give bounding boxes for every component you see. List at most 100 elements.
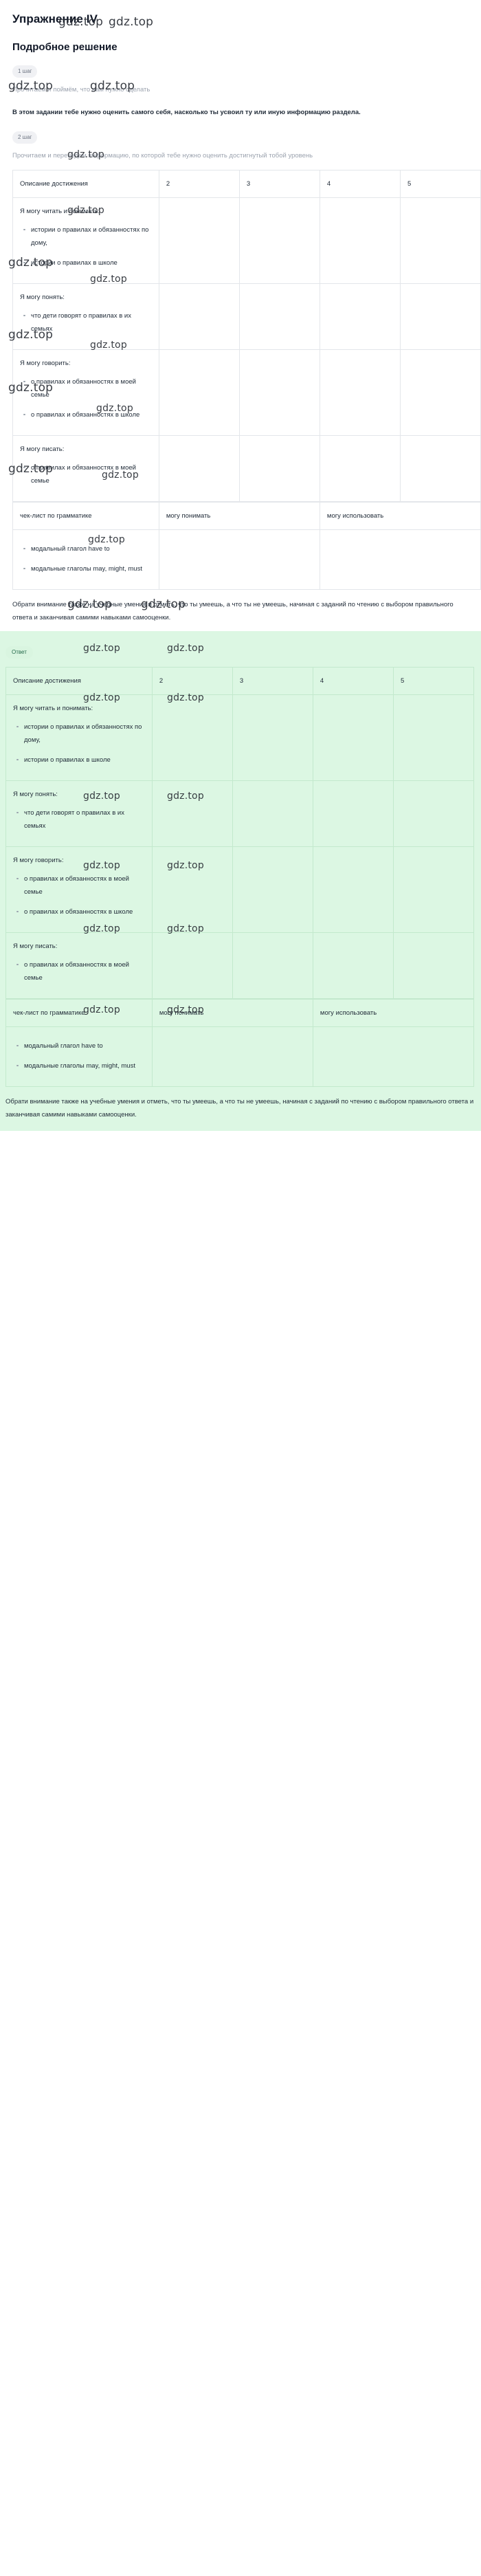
answer-score-cell-5[interactable] [392,780,475,847]
score-cell-2[interactable] [158,434,240,502]
list-item: о правилах и обязанностях в школе [23,408,153,421]
answer-table-row: Я могу писать: о правилах и обязанностях… [5,932,475,999]
grammar-row: модальный глагол have to модальные глаго… [12,529,481,590]
answer-score-cell-3[interactable] [232,780,313,847]
answer-score-cell-3[interactable] [232,846,313,933]
answer-score-cell-4[interactable] [312,846,394,933]
col-header-4: 4 [319,169,401,198]
score-cell-4[interactable] [319,349,401,436]
answer-score-cell-4[interactable] [312,694,394,781]
list-item: модальный глагол have to [16,1039,146,1053]
row-reading-list: истории о правилах и обязанностях по дом… [20,223,153,269]
list-item: о правилах и обязанностях в моей семье [23,375,153,401]
row-speaking-title: Я могу говорить: [20,359,71,367]
row-writing-cell: Я могу писать: о правилах и обязанностях… [12,434,159,502]
answer-row-reading-cell: Я могу читать и понимать: истории о прав… [5,694,153,781]
score-cell-4[interactable] [319,197,401,284]
solution-heading: Подробное решение [12,41,118,53]
grammar-col-header-understand: могу понимать [158,501,320,530]
list-item: о правилах и обязанностях в моей семье [16,958,146,984]
answer-row-writing-cell: Я могу писать: о правилах и обязанностях… [5,932,153,999]
step-badge-1: 1 шаг [12,65,38,78]
answer-row-speaking-title: Я могу говорить: [13,856,64,864]
answer-score-cell-2[interactable] [151,694,233,781]
row-speaking-list: о правилах и обязанностях в моей семье о… [20,375,153,421]
score-cell-4[interactable] [319,434,401,502]
row-writing-list: о правилах и обязанностях в моей семье [20,461,153,487]
score-cell-5[interactable] [399,349,481,436]
list-item: модальные глаголы may, might, must [23,562,153,575]
answer-col-header-3: 3 [232,666,313,695]
answer-score-cell-2[interactable] [151,846,233,933]
answer-grammar-header-row: чек-лист по грамматике могу понимать мог… [5,998,475,1027]
score-cell-3[interactable] [238,434,320,502]
answer-row-understanding-list: что дети говорят о правилах в их семьях [13,806,146,833]
solution-page: Упражнение IV Подробное решение 1 шаг Пр… [0,0,481,624]
answer-col-header-4: 4 [312,666,394,695]
answer-grammar-col-header-understand: могу понимать [151,998,313,1027]
table-row: Я могу читать и понимать: истории о прав… [12,197,481,284]
grammar-items-cell: модальный глагол have to модальные глаго… [12,529,159,590]
table-row: Я могу писать: о правилах и обязанностях… [12,434,481,502]
answer-table-row: Я могу читать и понимать: истории о прав… [5,694,475,781]
row-speaking-cell: Я могу говорить: о правилах и обязанност… [12,349,159,436]
table-row: Я могу говорить: о правилах и обязанност… [12,349,481,436]
self-assessment-table: Описание достижения 2 3 4 5 Я могу читат… [12,169,481,502]
score-cell-3[interactable] [238,283,320,350]
answer-row-speaking-cell: Я могу говорить: о правилах и обязанност… [5,846,153,933]
score-cell-3[interactable] [238,349,320,436]
answer-score-cell-5[interactable] [392,932,475,999]
answer-grammar-use-cell[interactable] [312,1026,475,1087]
answer-table-header-row: Описание достижения 2 3 4 5 [5,666,475,695]
answer-score-cell-4[interactable] [312,932,394,999]
score-cell-2[interactable] [158,349,240,436]
answer-grammar-list: модальный глагол have to модальные глаго… [13,1039,146,1072]
list-item: истории о правилах и обязанностях по дом… [16,720,146,747]
score-cell-5[interactable] [399,283,481,350]
score-cell-4[interactable] [319,283,401,350]
grammar-use-cell[interactable] [319,529,481,590]
list-item: о правилах и обязанностях в моей семье [23,461,153,487]
answer-row-reading-list: истории о правилах и обязанностях по дом… [13,720,146,767]
closing-note: Обрати внимание также на учебные умения … [12,600,454,621]
answer-row-understanding-title: Я могу понять: [13,790,58,798]
answer-row-writing-title: Я могу писать: [13,942,58,950]
answer-score-cell-2[interactable] [151,780,233,847]
grammar-list: модальный глагол have to модальные глаго… [20,542,153,575]
list-item: модальные глаголы may, might, must [16,1059,146,1072]
answer-grammar-checklist-table: чек-лист по грамматике могу понимать мог… [5,998,475,1087]
answer-closing-note: Обрати внимание также на учебные умения … [5,1097,474,1119]
table-row: Я могу понять: что дети говорят о правил… [12,283,481,350]
row-understanding-cell: Я могу понять: что дети говорят о правил… [12,283,159,350]
answer-row-understanding-cell: Я могу понять: что дети говорят о правил… [5,780,153,847]
step-2-instruction: Прочитаем и переведем информацию, по кот… [12,152,313,160]
step-1-body: В этом задании тебе нужно оценить самого… [12,109,361,117]
answer-table-row: Я могу говорить: о правилах и обязанност… [5,846,475,933]
answer-table-row: Я могу понять: что дети говорят о правил… [5,780,475,847]
answer-score-cell-4[interactable] [312,780,394,847]
list-item: модальный глагол have to [23,542,153,555]
score-cell-3[interactable] [238,197,320,284]
grammar-col-header-use: могу использовать [319,501,481,530]
list-item: истории о правилах в школе [16,753,146,767]
answer-grammar-understand-cell[interactable] [151,1026,313,1087]
grammar-understand-cell[interactable] [158,529,320,590]
list-item: о правилах и обязанностях в моей семье [16,872,146,899]
score-cell-5[interactable] [399,197,481,284]
answer-score-cell-2[interactable] [151,932,233,999]
answer-score-cell-3[interactable] [232,932,313,999]
answer-badge: Ответ [5,646,33,659]
answer-col-header-description: Описание достижения [5,666,153,695]
col-header-description: Описание достижения [12,169,159,198]
answer-grammar-row: модальный глагол have to модальные глаго… [5,1026,475,1087]
page-title: Упражнение IV [12,12,98,25]
answer-grammar-col-header-use: могу использовать [312,998,475,1027]
answer-score-cell-5[interactable] [392,846,475,933]
answer-score-cell-3[interactable] [232,694,313,781]
score-cell-2[interactable] [158,197,240,284]
col-header-2: 2 [158,169,240,198]
score-cell-5[interactable] [399,434,481,502]
answer-score-cell-5[interactable] [392,694,475,781]
score-cell-2[interactable] [158,283,240,350]
row-writing-title: Я могу писать: [20,445,65,453]
